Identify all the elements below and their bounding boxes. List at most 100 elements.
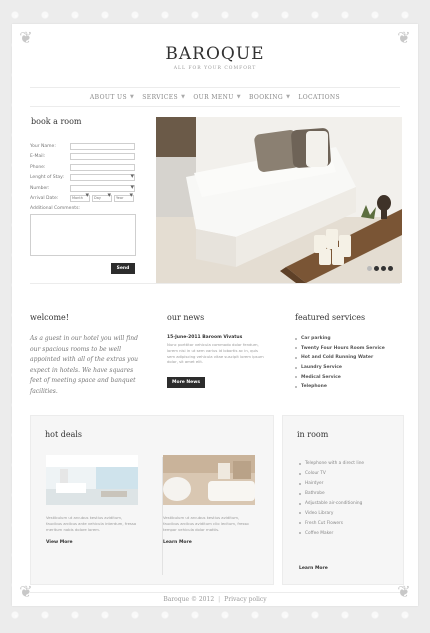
- list-item-label: Fresh Cut Flowers: [305, 520, 344, 526]
- list-item[interactable]: Twenty Four Hours Room Service: [295, 344, 405, 354]
- in-room-box: in room Telephone with a direct line Col…: [282, 415, 404, 585]
- copyright: Baroque © 2012: [163, 596, 215, 603]
- list-item[interactable]: Medical Service: [295, 372, 405, 382]
- bullet-icon: [295, 337, 297, 340]
- more-news-button[interactable]: More News: [167, 377, 206, 389]
- list-item[interactable]: Fresh Cut Flowers: [299, 518, 364, 528]
- logo[interactable]: BAROQUE ALL FOR YOUR COMFORT: [12, 44, 418, 71]
- nav-locations[interactable]: LOCATIONS: [298, 94, 340, 101]
- bright-room-illustration: [46, 455, 138, 505]
- list-item-label: Hot and Cold Running Water: [301, 355, 374, 361]
- bullet-icon: [295, 347, 297, 350]
- nav-label: LOCATIONS: [298, 93, 341, 101]
- privacy-link[interactable]: Privacy policy: [224, 596, 267, 603]
- nav-label: BOOKING: [249, 93, 284, 101]
- comments-field[interactable]: [30, 213, 136, 256]
- name-label: Your Name:: [30, 143, 56, 149]
- chevron-down-icon: ▼: [181, 94, 186, 100]
- deal-card: Vestibulum ut arcubus kestius aviditum, …: [163, 455, 255, 545]
- learn-more-link[interactable]: Learn More: [163, 540, 255, 545]
- list-item[interactable]: Hot and Cold Running Water: [295, 353, 405, 363]
- phone-field[interactable]: [70, 163, 135, 171]
- deal-card: Vestibulum ut arcubus kestius aviditum, …: [46, 455, 138, 545]
- hero-slide-image: [156, 117, 402, 283]
- in-room-list: Telephone with a direct line Colour TV H…: [299, 459, 364, 538]
- list-item[interactable]: Hairdyer: [299, 479, 364, 489]
- stay-label: Lenght of Stay:: [30, 175, 64, 180]
- divider: [30, 592, 400, 593]
- bullet-icon: [299, 492, 301, 495]
- deal-image[interactable]: [46, 455, 138, 505]
- name-field[interactable]: [70, 142, 135, 150]
- list-item[interactable]: Coffee Maker: [299, 528, 364, 538]
- list-item-label: Medical Service: [301, 374, 341, 380]
- welcome-section: welcome! As a guest in our hotel you wil…: [30, 313, 145, 397]
- view-more-link[interactable]: View More: [46, 540, 138, 545]
- list-item-label: Telephone with a direct line: [305, 461, 365, 467]
- welcome-text: As a guest in our hotel you will find ou…: [30, 335, 139, 395]
- year-select[interactable]: Year: [114, 193, 134, 202]
- slider-dot-active[interactable]: [381, 266, 386, 271]
- phone-label: Phone:: [30, 164, 46, 170]
- news-title: our news: [167, 313, 205, 322]
- list-item[interactable]: Adjustable air-conditioning: [299, 499, 364, 509]
- list-item[interactable]: Telephone: [295, 382, 405, 392]
- list-item[interactable]: Car parking: [295, 334, 405, 344]
- slider-dot[interactable]: [388, 266, 393, 271]
- day-select[interactable]: Day: [92, 193, 112, 202]
- services-list: Car parking Twenty Four Hours Room Servi…: [295, 334, 405, 392]
- number-select[interactable]: [70, 183, 135, 192]
- list-item-label: Car parking: [301, 336, 331, 342]
- list-item-label: Twenty Four Hours Room Service: [301, 345, 385, 351]
- email-label: E-Mail:: [30, 154, 46, 159]
- slider-dot[interactable]: [367, 266, 372, 271]
- list-item-label: Coffee Maker: [305, 530, 334, 536]
- nav-about-us[interactable]: ABOUT US ▼: [90, 94, 134, 101]
- news-item-text: Nunc porttitor vehicula commodo dolor fe…: [167, 342, 264, 365]
- list-item-label: Bathrobe: [305, 491, 325, 497]
- bullet-icon: [295, 366, 297, 369]
- list-item[interactable]: Video Library: [299, 508, 364, 518]
- brand-name[interactable]: BAROQUE: [12, 44, 418, 64]
- brand-tagline: ALL FOR YOUR COMFORT: [173, 66, 257, 71]
- list-item-label: Hairdyer: [305, 481, 324, 487]
- bullet-icon: [299, 512, 301, 515]
- list-item[interactable]: Bathrobe: [299, 489, 364, 499]
- list-item-label: Video Library: [305, 510, 334, 516]
- nav-our-menu[interactable]: OUR MENU ▼: [193, 94, 241, 101]
- news-item-title[interactable]: 15-June-2011 Baroom Vivatus: [167, 335, 267, 340]
- bullet-icon: [299, 502, 301, 505]
- chevron-down-icon: ▼: [286, 94, 291, 100]
- email-field[interactable]: [70, 153, 135, 160]
- booking-form: book a room Your Name: E-Mail: Phone: Le…: [30, 117, 140, 274]
- nav-services[interactable]: SERVICES ▼: [142, 94, 185, 101]
- send-button[interactable]: Send: [111, 262, 135, 274]
- welcome-title: welcome!: [30, 313, 69, 322]
- bullet-icon: [295, 356, 297, 359]
- slider-dot[interactable]: [374, 266, 379, 271]
- services-section: featured services Car parking Twenty Fou…: [295, 313, 405, 392]
- chevron-down-icon: ▼: [130, 94, 135, 100]
- month-select[interactable]: Month: [70, 193, 90, 202]
- list-item[interactable]: Telephone with a direct line: [299, 459, 364, 469]
- bullet-icon: [295, 376, 297, 379]
- deal-image[interactable]: [163, 455, 255, 505]
- nav-booking[interactable]: BOOKING ▼: [249, 94, 290, 101]
- main-nav: ABOUT US ▼ SERVICES ▼ OUR MENU ▼ BOOKING ▼ L…: [30, 87, 400, 107]
- hot-deals-box: hot deals Vestibulum ut arcubus kestius …: [30, 415, 274, 585]
- learn-more-link[interactable]: Learn More: [299, 566, 328, 571]
- nav-label: OUR MENU: [193, 93, 234, 101]
- list-item-label: Adjustable air-conditioning: [305, 501, 363, 506]
- nav-label: SERVICES: [142, 93, 179, 101]
- bathroom-illustration: [163, 455, 255, 505]
- list-item[interactable]: Colour TV: [299, 469, 364, 479]
- slider-pagination: [367, 266, 393, 271]
- page-container: ❦ ❦ ❦ ❦ BAROQUE ALL FOR YOUR COMFORT ABO…: [12, 24, 418, 606]
- stay-select[interactable]: [70, 172, 135, 181]
- bullet-icon: [299, 472, 301, 475]
- arrival-date: Month Day Year: [70, 193, 134, 202]
- list-item[interactable]: Laundry Service: [295, 363, 405, 373]
- separator: |: [218, 596, 221, 603]
- sofa-room-illustration: [156, 117, 402, 283]
- divider: [30, 283, 400, 284]
